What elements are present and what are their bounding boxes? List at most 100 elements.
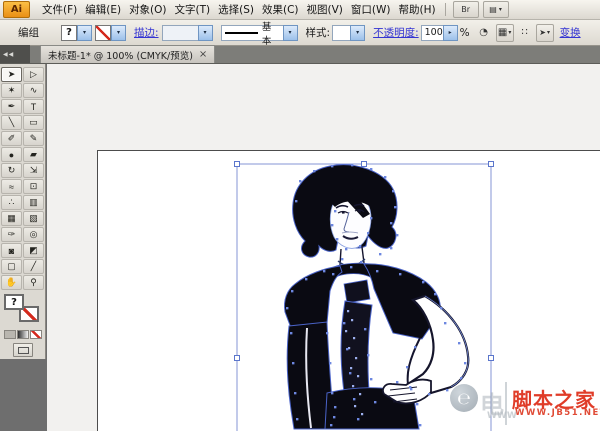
color-mode-button[interactable] [3, 330, 16, 339]
rectangle-tool[interactable]: ▭ [23, 115, 44, 130]
blob-brush-tool[interactable]: ● [1, 147, 22, 162]
menu-bar: Ai 文件(F) 编辑(E) 对象(O) 文字(T) 选择(S) 效果(C) 视图(V) 窗口… [0, 0, 600, 20]
zoom-tool[interactable]: ⚲ [23, 275, 44, 290]
workspace-switcher-button[interactable]: ▤ ▾ [482, 1, 509, 18]
chevron-down-icon: ▾ [111, 24, 126, 41]
menu-select[interactable]: 选择(S) [214, 0, 258, 20]
fill-stroke-indicator: ? [1, 294, 44, 327]
opacity-spinner-icon: ▸ [442, 24, 458, 41]
align-dots-button[interactable]: ∷ [516, 24, 534, 42]
pen-tool[interactable]: ✒ [1, 99, 22, 114]
opacity-value: 100 [420, 24, 443, 41]
live-paint-selection-tool[interactable]: ◩ [23, 243, 44, 258]
tools-dock: ➤ ▷ ✶ ∿ ✒ T ╲ ▭ ✐ ✎ ● ▰ ↻ ⇲ ≈ ⊡ ∴ ▥ ▦ ▧ ✑ ◎ ◙ ◩ ▢ ╱ ✋ ⚲ ? [0, 64, 47, 431]
style-value [332, 24, 351, 41]
menu-file[interactable]: 文件(F) [38, 0, 81, 20]
selection-tool[interactable]: ➤ [1, 67, 22, 82]
control-bar: 编组 ? ▾ ▾ 描边: ▾ 基本 ▾ 样式: ▾ 不透明度: 100 ▸ % … [0, 20, 600, 47]
artboard-tool[interactable]: ▢ [1, 259, 22, 274]
scale-tool[interactable]: ⇲ [23, 163, 44, 178]
magic-wand-tool[interactable]: ✶ [1, 83, 22, 98]
align-dots-icon: ∷ [521, 27, 528, 38]
none-mode-button[interactable] [29, 330, 42, 339]
pasteboard[interactable]: ℮ 电 脚本之家 WWW.JB51.NET WWW [47, 64, 600, 431]
workspace-icon: ▤ [489, 5, 497, 14]
direct-selection-tool[interactable]: ▷ [23, 67, 44, 82]
chevron-down-icon: ▾ [546, 29, 550, 36]
workspace: ➤ ▷ ✶ ∿ ✒ T ╲ ▭ ✐ ✎ ● ▰ ↻ ⇲ ≈ ⊡ ∴ ▥ ▦ ▧ ✑ ◎ ◙ ◩ ▢ ╱ ✋ ⚲ ? [0, 64, 600, 431]
slice-tool[interactable]: ╱ [23, 259, 44, 274]
menu-help[interactable]: 帮助(H) [395, 0, 440, 20]
bridge-button[interactable]: Br [452, 1, 479, 18]
type-tool[interactable]: T [23, 99, 44, 114]
chevron-down-icon: ▾ [77, 24, 92, 41]
document-tab-title: 未标题-1* @ 100% (CMYK/预览) [48, 50, 193, 62]
menu-window[interactable]: 窗口(W) [347, 0, 395, 20]
live-paint-bucket-tool[interactable]: ◙ [1, 243, 22, 258]
warp-tool[interactable]: ≈ [1, 179, 22, 194]
stroke-preview-line [224, 31, 258, 34]
pointer-icon: ➤ [539, 28, 546, 37]
fill-color-dropdown[interactable]: ? ▾ [61, 24, 92, 41]
paint-mode-buttons [1, 330, 44, 339]
pencil-tool[interactable]: ✎ [23, 131, 44, 146]
lasso-tool[interactable]: ∿ [23, 83, 44, 98]
document-tab-strip: ◀◀ 未标题-1* @ 100% (CMYK/预览) × [0, 45, 600, 64]
fill-swatch: ? [61, 24, 77, 41]
chevron-down-icon: ▾ [282, 24, 298, 41]
selection-type-label: 编组 [18, 27, 39, 39]
menu-view[interactable]: 视图(V) [303, 0, 347, 20]
stroke-color-dropdown[interactable]: ▾ [95, 24, 126, 41]
recolor-artwork-icon: ◔ [479, 27, 488, 38]
chevron-down-icon: ▾ [508, 29, 512, 36]
stroke-none-swatch [95, 24, 111, 41]
gradient-mode-button[interactable] [16, 330, 29, 339]
menu-effect[interactable]: 效果(C) [258, 0, 303, 20]
blend-tool[interactable]: ◎ [23, 227, 44, 242]
chevron-down-icon: ▾ [498, 6, 502, 13]
menu-edit[interactable]: 编辑(E) [81, 0, 125, 20]
style-label: 样式: [305, 27, 331, 39]
eyedropper-tool[interactable]: ✑ [1, 227, 22, 242]
tab-close-icon[interactable]: × [199, 49, 207, 60]
menu-separator [444, 3, 446, 16]
opacity-field[interactable]: 100 ▸ [420, 24, 458, 41]
tools-panel-collapse-button[interactable]: ◀◀ [0, 45, 30, 63]
brush-definition-value: 基本 [220, 22, 283, 47]
stroke-weight-dropdown[interactable]: ▾ [161, 24, 213, 41]
traced-figure-artwork[interactable] [284, 164, 470, 430]
screen-mode-button[interactable] [12, 343, 33, 357]
symbol-sprayer-tool[interactable]: ∴ [1, 195, 22, 210]
paintbrush-tool[interactable]: ✐ [1, 131, 22, 146]
hand-tool[interactable]: ✋ [1, 275, 22, 290]
tools-grid: ➤ ▷ ✶ ∿ ✒ T ╲ ▭ ✐ ✎ ● ▰ ↻ ⇲ ≈ ⊡ ∴ ▥ ▦ ▧ ✑ ◎ ◙ ◩ ▢ ╱ ✋ ⚲ [1, 67, 44, 290]
free-transform-tool[interactable]: ⊡ [23, 179, 44, 194]
rotate-tool[interactable]: ↻ [1, 163, 22, 178]
fill-proxy-swatch[interactable]: ? [4, 294, 24, 310]
eraser-tool[interactable]: ▰ [23, 147, 44, 162]
chevron-down-icon: ▾ [350, 24, 366, 41]
recolor-artwork-button[interactable]: ◔ [475, 24, 493, 42]
menu-object[interactable]: 对象(O) [125, 0, 170, 20]
menu-type[interactable]: 文字(T) [171, 0, 215, 20]
brush-definition-dropdown[interactable]: 基本 ▾ [220, 22, 298, 47]
gradient-tool[interactable]: ▧ [23, 211, 44, 226]
illustrator-window: Ai 文件(F) 编辑(E) 对象(O) 文字(T) 选择(S) 效果(C) 视图(V) 窗口… [0, 0, 600, 431]
bridge-icon: Br [461, 5, 470, 14]
opacity-panel-link[interactable]: 不透明度: [373, 25, 419, 40]
transform-panel-link[interactable]: 变换 [560, 25, 581, 40]
stroke-weight-value [161, 24, 198, 41]
menu-items: 文件(F) 编辑(E) 对象(O) 文字(T) 选择(S) 效果(C) 视图(V) 窗口(W)… [38, 0, 440, 19]
stroke-panel-link[interactable]: 描边: [134, 25, 159, 40]
artwork-overlay [234, 161, 494, 431]
document-tab[interactable]: 未标题-1* @ 100% (CMYK/预览) × [40, 45, 216, 63]
app-logo: Ai [3, 1, 30, 18]
align-options-button[interactable]: ▦ ▾ [495, 23, 514, 42]
column-graph-tool[interactable]: ▥ [23, 195, 44, 210]
opacity-unit-label: % [459, 26, 470, 39]
isolate-selection-button[interactable]: ➤ ▾ [535, 23, 554, 42]
mesh-tool[interactable]: ▦ [1, 211, 22, 226]
tools-panel: ➤ ▷ ✶ ∿ ✒ T ╲ ▭ ✐ ✎ ● ▰ ↻ ⇲ ≈ ⊡ ∴ ▥ ▦ ▧ ✑ ◎ ◙ ◩ ▢ ╱ ✋ ⚲ ? [0, 64, 46, 359]
style-dropdown[interactable]: ▾ [332, 24, 366, 41]
line-segment-tool[interactable]: ╲ [1, 115, 22, 130]
